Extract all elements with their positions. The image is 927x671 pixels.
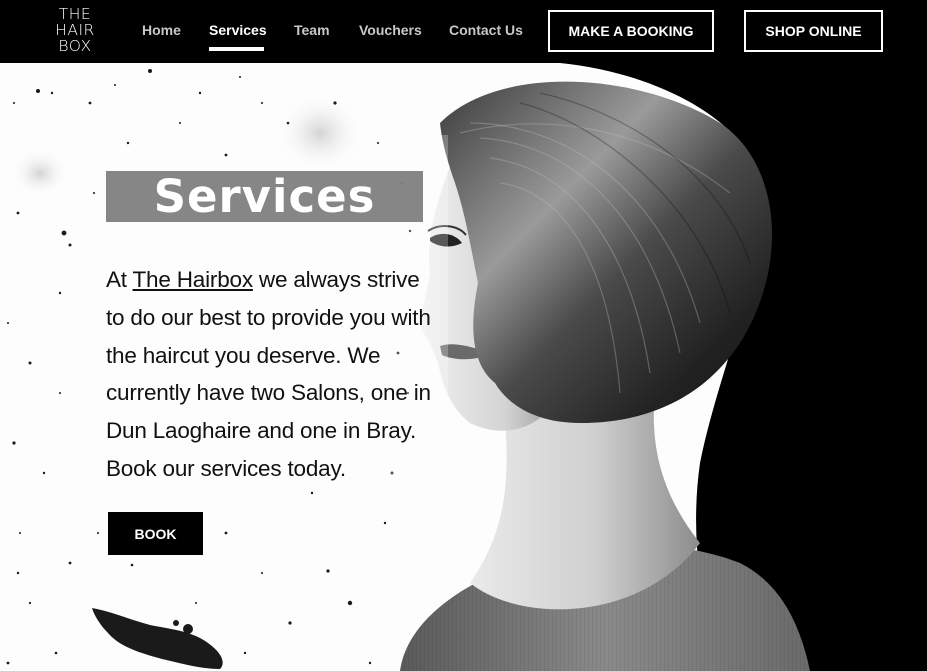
logo-line-2: HAIR bbox=[55, 21, 95, 39]
nav-item-home[interactable]: Home bbox=[142, 22, 181, 38]
page-title: Services bbox=[153, 170, 376, 223]
make-a-booking-button[interactable]: MAKE A BOOKING bbox=[548, 10, 714, 52]
nav-item-vouchers[interactable]: Vouchers bbox=[359, 22, 422, 38]
intro-text-before: At bbox=[106, 267, 133, 292]
site-header: THE HAIR BOX Home Services Team Vouchers… bbox=[0, 0, 927, 63]
services-intro-text: At The Hairbox we always strive to do ou… bbox=[106, 261, 436, 488]
book-button[interactable]: BOOK bbox=[108, 512, 203, 555]
hairbox-link[interactable]: The Hairbox bbox=[133, 267, 254, 292]
nav-item-services[interactable]: Services bbox=[209, 22, 267, 38]
shop-online-button[interactable]: SHOP ONLINE bbox=[744, 10, 883, 52]
nav-item-team[interactable]: Team bbox=[294, 22, 330, 38]
logo-line-3: BOX bbox=[58, 37, 92, 55]
hairbox-logo[interactable]: THE HAIR BOX bbox=[50, 6, 100, 54]
services-hero: Services At The Hairbox we always strive… bbox=[0, 63, 927, 671]
page-title-box: Services bbox=[106, 171, 423, 222]
active-nav-indicator bbox=[209, 47, 264, 51]
intro-text-after: we always strive to do our best to provi… bbox=[106, 267, 431, 481]
logo-line-1: THE bbox=[58, 5, 92, 23]
nav-item-contact-us[interactable]: Contact Us bbox=[449, 22, 523, 38]
